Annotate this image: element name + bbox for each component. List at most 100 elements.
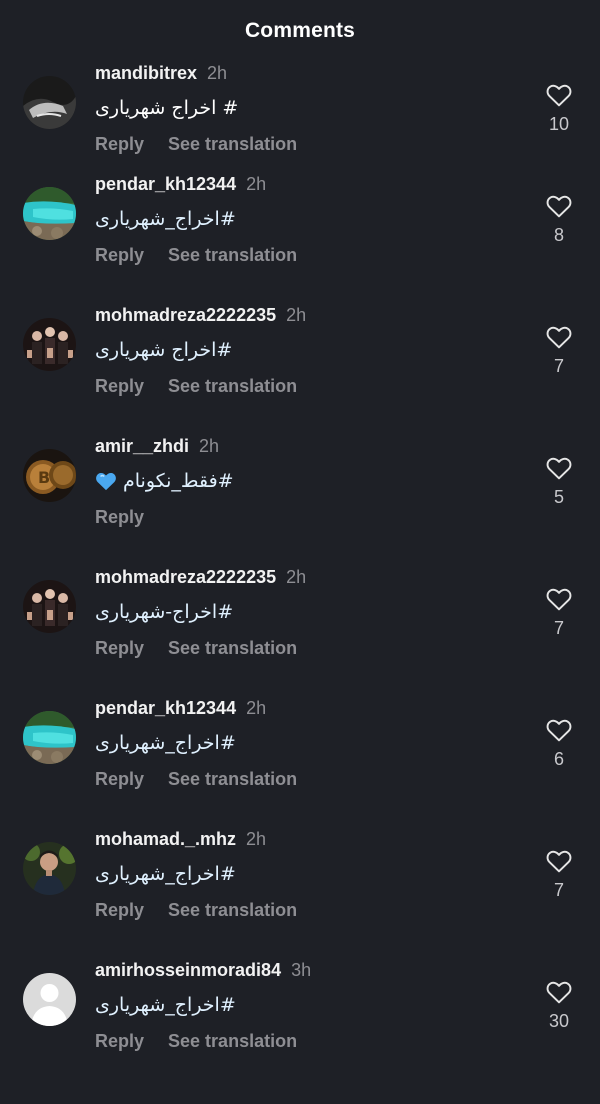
- avatar[interactable]: [23, 318, 76, 371]
- heart-icon[interactable]: [546, 849, 572, 873]
- comment-item: B amir__zhdi 2h #فقط_نکونام Reply 5: [0, 436, 600, 580]
- avatar[interactable]: [23, 842, 76, 895]
- comment-text: #فقط_نکونام: [95, 467, 234, 495]
- like-count: 30: [548, 1011, 570, 1031]
- comment-actions: Reply See translation: [95, 769, 297, 790]
- comment-actions: Reply See translation: [95, 638, 297, 659]
- comment-text: #اخراج_شهریاری: [95, 729, 236, 757]
- hashtag-link[interactable]: #اخراج شهریاری: [95, 339, 232, 361]
- heart-icon[interactable]: [546, 718, 572, 742]
- comment-meta: pendar_kh12344 2h: [95, 174, 266, 198]
- reply-button[interactable]: Reply: [95, 245, 144, 266]
- timestamp: 2h: [246, 698, 267, 718]
- username[interactable]: mohmadreza2222235: [95, 305, 276, 326]
- comment-meta: amir__zhdi 2h: [95, 436, 219, 460]
- see-translation-button[interactable]: See translation: [168, 1031, 297, 1052]
- comment-actions: Reply See translation: [95, 900, 297, 921]
- comment-actions: Reply See translation: [95, 134, 297, 155]
- hashtag-link[interactable]: #اخراج_شهریاری: [95, 208, 236, 230]
- svg-text:B: B: [38, 468, 50, 487]
- heart-icon[interactable]: [546, 325, 572, 349]
- comment-item: mohmadreza2222235 2h #اخراج-شهریاری Repl…: [0, 567, 600, 711]
- hashtag-link[interactable]: #اخراج_شهریاری: [95, 994, 236, 1016]
- comments-list[interactable]: mandibitrex 2h # اخراج شهریاری Reply See…: [0, 0, 600, 1073]
- avatar[interactable]: [23, 76, 76, 129]
- comment-text: # اخراج شهریاری: [95, 94, 238, 122]
- hashtag-link[interactable]: #فقط_نکونام: [123, 470, 234, 492]
- comment-actions: Reply See translation: [95, 1031, 297, 1052]
- heart-icon[interactable]: [546, 83, 572, 107]
- comment-text: #اخراج_شهریاری: [95, 991, 236, 1019]
- comment-actions: Reply See translation: [95, 245, 297, 266]
- timestamp: 2h: [286, 567, 307, 587]
- hashtag-link[interactable]: #اخراج-شهریاری: [95, 601, 233, 623]
- comment-item: amirhosseinmoradi84 3h #اخراج_شهریاری Re…: [0, 960, 600, 1104]
- timestamp: 3h: [291, 960, 312, 980]
- page-title: Comments: [244, 19, 356, 42]
- heart-icon[interactable]: [546, 587, 572, 611]
- reply-button[interactable]: Reply: [95, 638, 144, 659]
- timestamp: 2h: [207, 63, 228, 83]
- like-count: 7: [553, 618, 564, 638]
- comment-meta: mandibitrex 2h: [95, 63, 227, 87]
- username[interactable]: mohmadreza2222235: [95, 567, 276, 588]
- username[interactable]: amir__zhdi: [95, 436, 189, 457]
- username[interactable]: mandibitrex: [95, 63, 197, 84]
- like-count: 6: [553, 749, 564, 769]
- avatar[interactable]: [23, 973, 76, 1026]
- comment-meta: pendar_kh12344 2h: [95, 698, 266, 722]
- username[interactable]: pendar_kh12344: [95, 698, 236, 719]
- like-count: 8: [553, 225, 564, 245]
- comment-meta: mohmadreza2222235 2h: [95, 567, 306, 591]
- comments-header: Comments: [0, 0, 600, 62]
- username[interactable]: mohamad._.mhz: [95, 829, 236, 850]
- comment-text: #اخراج شهریاری: [95, 336, 232, 364]
- heart-icon[interactable]: [546, 456, 572, 480]
- comment-item: mohmadreza2222235 2h #اخراج شهریاری Repl…: [0, 305, 600, 449]
- avatar[interactable]: [23, 187, 76, 240]
- comment-meta: mohamad._.mhz 2h: [95, 829, 266, 853]
- like-count: 7: [553, 356, 564, 376]
- see-translation-button[interactable]: See translation: [168, 245, 297, 266]
- like-count: 5: [553, 487, 564, 507]
- timestamp: 2h: [199, 436, 220, 456]
- avatar[interactable]: [23, 580, 76, 633]
- comment-text: #اخراج-شهریاری: [95, 598, 233, 626]
- username[interactable]: pendar_kh12344: [95, 174, 236, 195]
- see-translation-button[interactable]: See translation: [168, 900, 297, 921]
- comment-item: pendar_kh12344 2h #اخراج_شهریاری Reply S…: [0, 174, 600, 318]
- like-section: 6: [537, 718, 581, 770]
- timestamp: 2h: [246, 174, 267, 194]
- comment-text-content: # اخراج شهریاری: [95, 97, 239, 119]
- hashtag-link[interactable]: #اخراج_شهریاری: [95, 732, 236, 754]
- avatar[interactable]: B: [23, 449, 76, 502]
- see-translation-button[interactable]: See translation: [168, 769, 297, 790]
- heart-icon[interactable]: [546, 980, 572, 1004]
- see-translation-button[interactable]: See translation: [168, 376, 297, 397]
- comment-meta: mohmadreza2222235 2h: [95, 305, 306, 329]
- comment-text: #اخراج_شهریاری: [95, 205, 236, 233]
- comment-meta: amirhosseinmoradi84 3h: [95, 960, 311, 984]
- reply-button[interactable]: Reply: [95, 1031, 144, 1052]
- username[interactable]: amirhosseinmoradi84: [95, 960, 281, 981]
- reply-button[interactable]: Reply: [95, 769, 144, 790]
- like-section: 7: [537, 325, 581, 377]
- reply-button[interactable]: Reply: [95, 376, 144, 397]
- reply-button[interactable]: Reply: [95, 134, 144, 155]
- comment-text: #اخراج_شهریاری: [95, 860, 236, 888]
- comment-actions: Reply: [95, 507, 168, 528]
- comment-actions: Reply See translation: [95, 376, 297, 397]
- hashtag-link[interactable]: #اخراج_شهریاری: [95, 863, 236, 885]
- blue-heart-emoji: [96, 472, 116, 491]
- like-section: 10: [537, 83, 581, 135]
- reply-button[interactable]: Reply: [95, 900, 144, 921]
- see-translation-button[interactable]: See translation: [168, 638, 297, 659]
- avatar[interactable]: [23, 711, 76, 764]
- like-section: 8: [537, 194, 581, 246]
- see-translation-button[interactable]: See translation: [168, 134, 297, 155]
- timestamp: 2h: [286, 305, 307, 325]
- reply-button[interactable]: Reply: [95, 507, 144, 528]
- like-section: 7: [537, 587, 581, 639]
- like-section: 5: [537, 456, 581, 508]
- heart-icon[interactable]: [546, 194, 572, 218]
